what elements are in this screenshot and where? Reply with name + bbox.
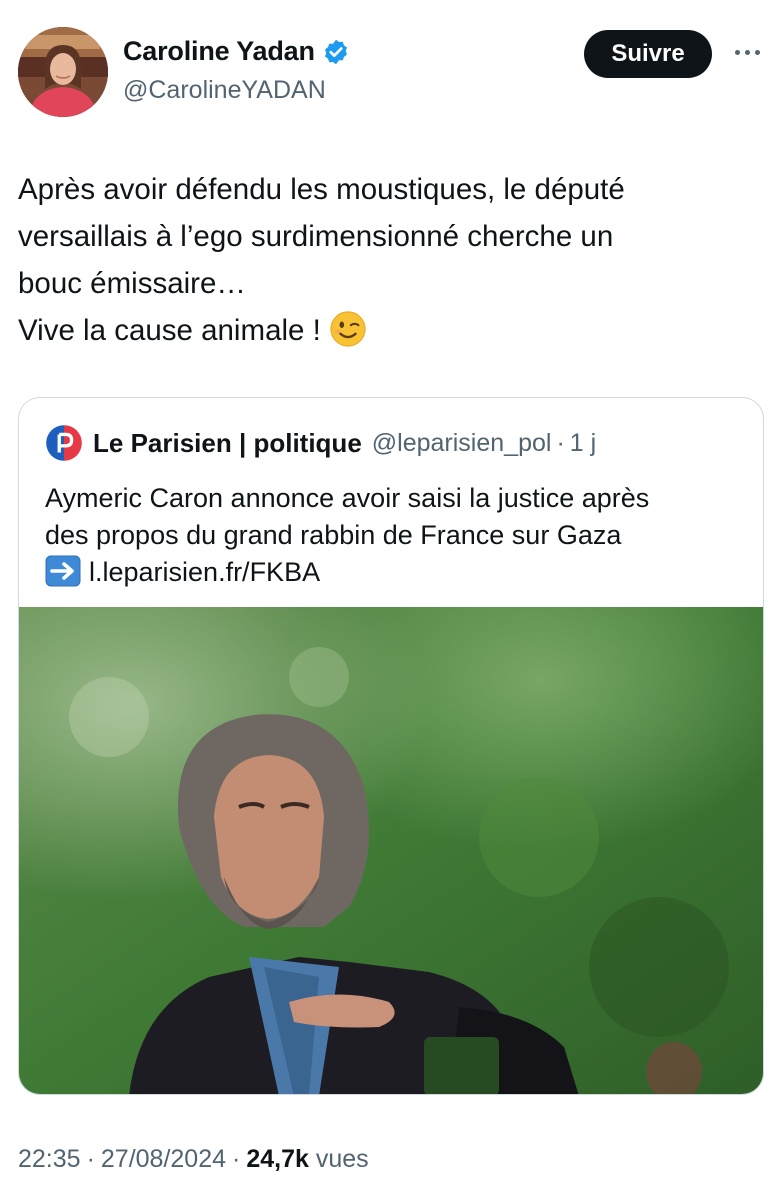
quoted-tweet-photo[interactable] xyxy=(19,607,763,1094)
ellipsis-dot xyxy=(754,49,760,55)
quoted-link[interactable]: l.leparisien.fr/FKBA xyxy=(89,557,320,587)
author-name-row: Caroline Yadan xyxy=(123,36,350,67)
tweet-line: bouc émissaire… xyxy=(18,267,246,300)
le-parisien-logo-icon xyxy=(45,424,83,462)
quoted-tweet-text: Aymeric Caron annonce avoir saisi la jus… xyxy=(45,480,745,591)
quoted-source-handle[interactable]: @leparisien_pol xyxy=(372,429,552,458)
tweet-line: Après avoir défendu les moustiques, le d… xyxy=(18,173,625,206)
photo-man-in-park xyxy=(19,607,763,1094)
quoted-source-name[interactable]: Le Parisien | politique xyxy=(93,428,362,459)
tweet-line: Vive la cause animale ! xyxy=(18,314,321,347)
verified-badge-icon xyxy=(324,39,347,64)
tweet-meta: 22:35 · 27/08/2024 · 24,7k vues xyxy=(18,1145,369,1174)
avatar-photo xyxy=(18,27,108,117)
tweet-date[interactable]: 27/08/2024 xyxy=(101,1145,226,1173)
views-label: vues xyxy=(315,1145,369,1173)
tweet-time[interactable]: 22:35 xyxy=(18,1145,81,1173)
right-arrow-emoji-icon xyxy=(45,555,81,587)
quoted-tweet-card[interactable]: Le Parisien | politique @leparisien_pol … xyxy=(18,397,764,1095)
separator-dot: · xyxy=(86,1145,95,1173)
ellipsis-dot xyxy=(744,49,750,55)
ellipsis-dot xyxy=(734,49,740,55)
tweet-line-with-emoji: Vive la cause animale ! xyxy=(18,307,758,354)
tweet-header: Caroline Yadan @CarolineYADAN Suivre xyxy=(0,0,782,130)
author-handle[interactable]: @CarolineYADAN xyxy=(123,76,326,105)
winking-face-emoji-icon xyxy=(330,311,366,347)
views-count: 24,7k xyxy=(246,1145,309,1173)
quoted-link-line: l.leparisien.fr/FKBA xyxy=(45,554,745,591)
follow-button[interactable]: Suivre xyxy=(584,30,712,78)
separator-dot: · xyxy=(556,428,565,457)
quoted-tweet-age: 1 j xyxy=(569,428,597,457)
author-avatar[interactable] xyxy=(18,27,108,117)
separator-dot: · xyxy=(232,1145,241,1173)
quoted-line: Aymeric Caron annonce avoir saisi la jus… xyxy=(45,483,650,513)
quoted-tweet-header: Le Parisien | politique @leparisien_pol … xyxy=(45,424,596,462)
quoted-line: des propos du grand rabbin de France sur… xyxy=(45,520,622,550)
tweet-text: Après avoir défendu les moustiques, le d… xyxy=(18,166,758,354)
tweet-line: versaillais à l’ego surdimensionné cherc… xyxy=(18,220,614,253)
author-display-name[interactable]: Caroline Yadan xyxy=(123,36,315,67)
ellipsis-icon[interactable] xyxy=(729,38,765,66)
